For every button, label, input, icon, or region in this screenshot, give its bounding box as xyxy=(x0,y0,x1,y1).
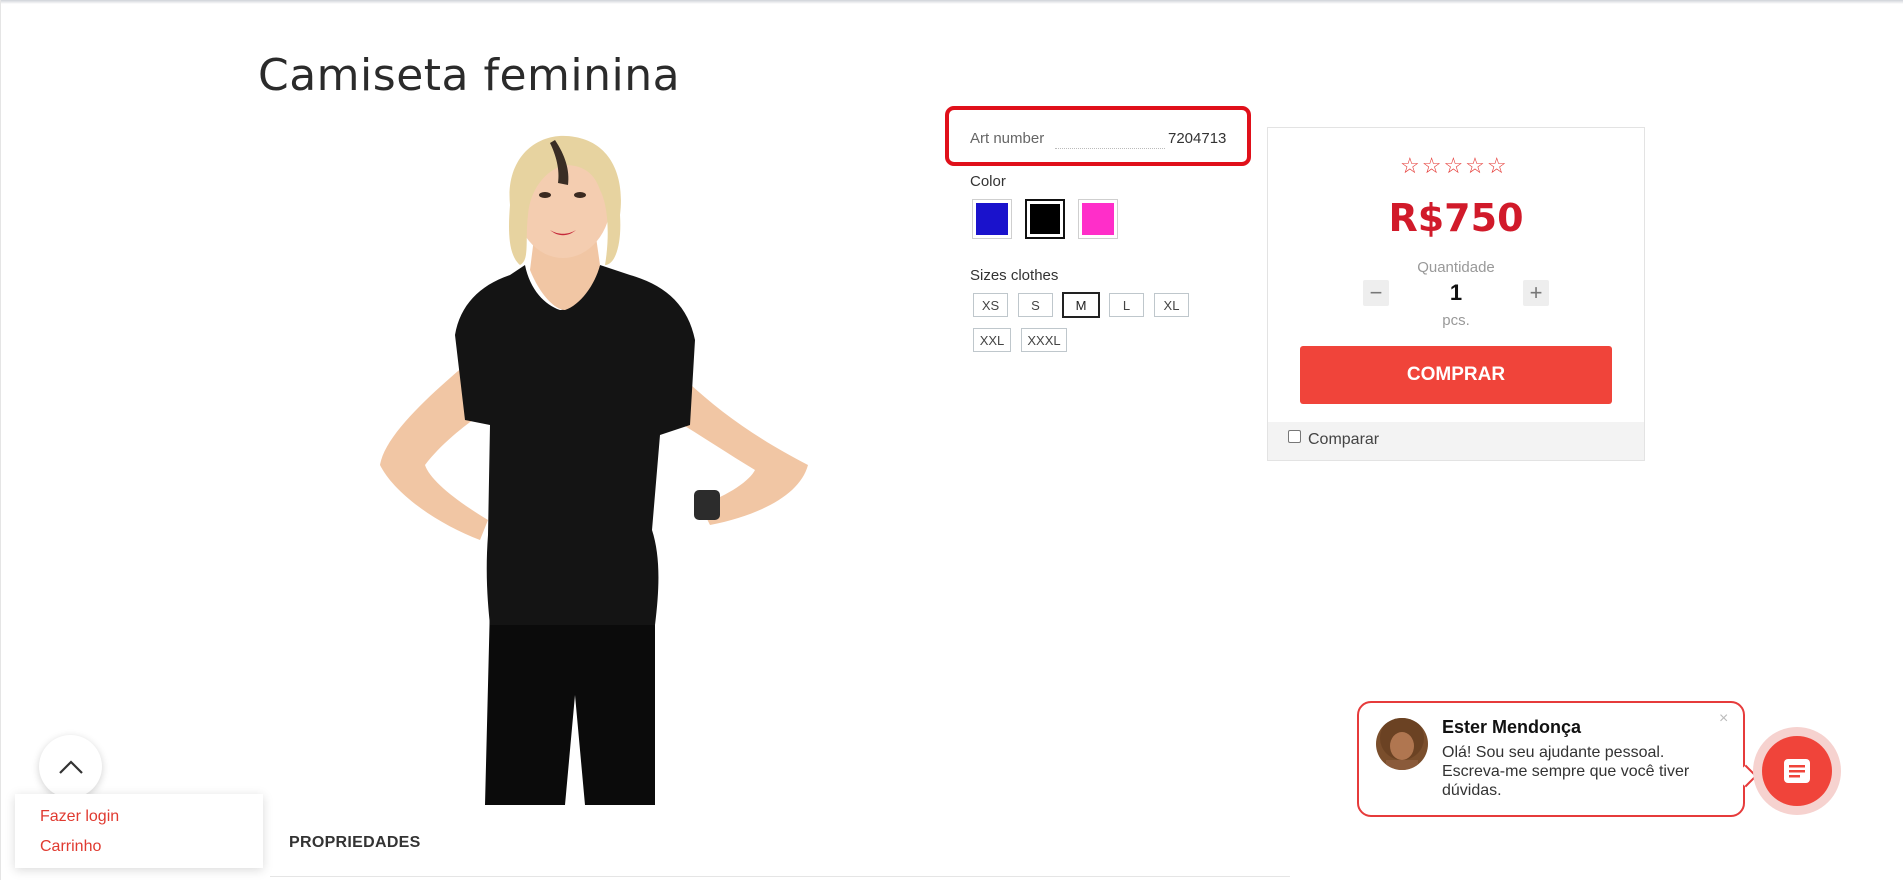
buy-button[interactable]: COMPRAR xyxy=(1300,346,1612,404)
quantity-input[interactable]: 1 xyxy=(1267,280,1645,306)
compare-label[interactable]: Comparar xyxy=(1308,431,1379,449)
quantity-unit: pcs. xyxy=(1442,312,1470,329)
size-option-s[interactable]: S xyxy=(1018,293,1053,317)
size-option-xs[interactable]: XS xyxy=(973,293,1008,317)
color-swatch-blue[interactable] xyxy=(972,199,1012,239)
art-number-label: Art number xyxy=(970,130,1045,147)
agent-photo xyxy=(1380,718,1424,770)
color-swatch-fill xyxy=(976,203,1008,235)
sizes-label: Sizes clothes xyxy=(970,267,1059,284)
login-link[interactable]: Fazer login xyxy=(40,808,119,826)
size-option-l[interactable]: L xyxy=(1109,293,1144,317)
product-title: Camiseta feminina xyxy=(258,50,681,101)
chevron-up-icon xyxy=(58,759,83,774)
color-swatch-pink[interactable] xyxy=(1078,199,1118,239)
color-swatch-fill xyxy=(1082,203,1114,235)
art-number-value: 7204713 xyxy=(1168,130,1227,147)
page-edge xyxy=(0,0,1,880)
chat-agent-name: Ester Mendonça xyxy=(1442,717,1582,737)
scroll-top-button[interactable] xyxy=(39,735,102,798)
quantity-increment-button[interactable]: + xyxy=(1523,280,1549,306)
chat-icon xyxy=(1784,759,1810,783)
quantity-label: Quantidade xyxy=(1417,259,1495,276)
cart-link[interactable]: Carrinho xyxy=(40,838,101,856)
price: R$750 xyxy=(1388,196,1524,240)
header-shadow xyxy=(0,0,1903,4)
size-option-m[interactable]: M xyxy=(1062,292,1100,318)
chat-launcher-button[interactable] xyxy=(1762,736,1832,806)
rating-stars[interactable]: ☆☆☆☆☆ xyxy=(1400,153,1509,179)
size-option-xxxl[interactable]: XXXL xyxy=(1021,328,1067,352)
avatar xyxy=(1376,718,1428,770)
color-swatch-fill xyxy=(1030,204,1060,234)
chat-message: Olá! Sou seu ajudante pessoal. Escreva-m… xyxy=(1442,744,1690,799)
compare-checkbox[interactable] xyxy=(1288,430,1301,443)
account-menu xyxy=(15,794,263,868)
size-option-xxl[interactable]: XXL xyxy=(973,328,1011,352)
product-image xyxy=(380,135,808,805)
color-label: Color xyxy=(970,173,1006,190)
color-swatch-black[interactable] xyxy=(1025,199,1065,239)
size-option-xl[interactable]: XL xyxy=(1154,293,1189,317)
close-icon[interactable]: × xyxy=(1719,710,1728,728)
properties-divider xyxy=(270,876,1290,877)
art-number-leader xyxy=(1055,148,1165,149)
properties-heading[interactable]: PROPRIEDADES xyxy=(289,834,421,852)
